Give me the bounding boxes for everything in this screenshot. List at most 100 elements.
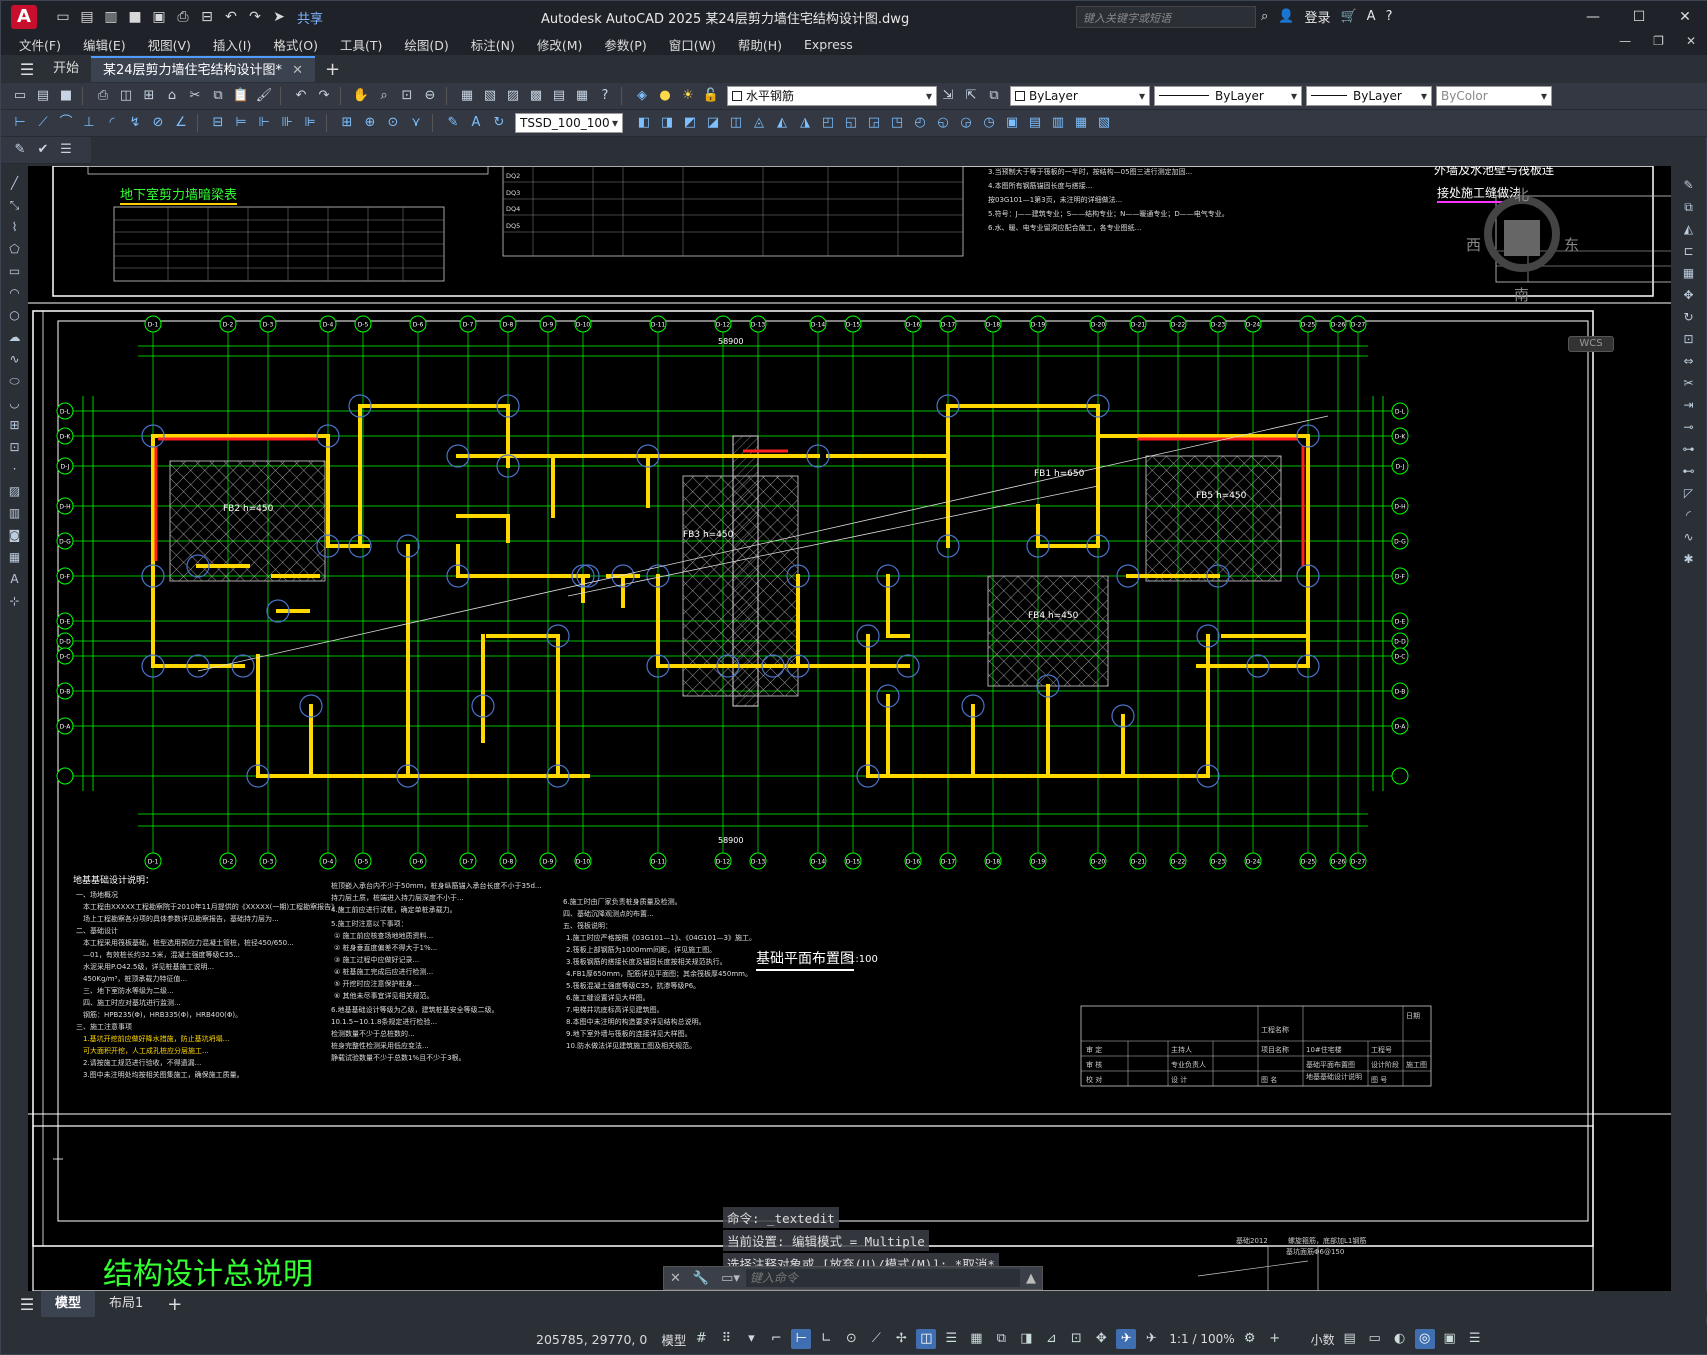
menu-draw[interactable]: 绘图(D) xyxy=(404,35,448,54)
insert-block-icon[interactable]: ⊞ xyxy=(5,416,25,434)
viewcube[interactable]: 北 南 西 东 xyxy=(1466,184,1579,304)
lineweight-dropdown[interactable]: ByLayer xyxy=(1306,86,1432,106)
cut-icon[interactable]: ✂ xyxy=(184,86,206,106)
isodraft-icon[interactable]: ⟋ xyxy=(866,1329,886,1349)
polar-icon[interactable]: ⊙ xyxy=(841,1329,861,1349)
tab-layout1[interactable]: 布局1 xyxy=(95,1291,157,1317)
snap-icon[interactable]: ⠿ xyxy=(716,1329,736,1349)
zoom-realtime-icon[interactable]: ⌕ xyxy=(373,86,395,106)
layer-previous-icon[interactable]: ⇱ xyxy=(960,86,982,106)
search-input[interactable]: 键入关键字或短语 xyxy=(1076,6,1256,28)
union-icon[interactable]: ◳ xyxy=(886,113,908,133)
jogged-linear-icon[interactable]: ⋎ xyxy=(405,113,427,133)
interfere-icon[interactable]: ▣ xyxy=(1001,113,1023,133)
baseline-dim-icon[interactable]: ⊨ xyxy=(230,113,252,133)
layout-menu-icon[interactable]: ☰ xyxy=(13,1295,41,1314)
pan-icon[interactable]: ✋ xyxy=(350,86,372,106)
save-as-icon[interactable]: ▣ xyxy=(149,7,169,27)
revcloud-icon[interactable]: ☁ xyxy=(5,328,25,346)
cad-drawing[interactable]: DQ2 DQ3 DQ4 DQ5 3.当预制大于等于筏板的一半时，按结构—05图三进行测… xyxy=(28,166,1673,1291)
minimize-icon[interactable]: — xyxy=(1570,1,1616,33)
blend-icon[interactable]: ∿ xyxy=(1678,528,1700,547)
menu-format[interactable]: 格式(O) xyxy=(273,35,318,54)
layer-freeze-icon[interactable]: ☀ xyxy=(677,86,699,106)
customization-icon[interactable]: ☰ xyxy=(1465,1329,1485,1349)
menu-parametric[interactable]: 参数(P) xyxy=(604,35,646,54)
array-icon[interactable]: ▦ xyxy=(1678,264,1700,283)
preview-icon[interactable]: ◫ xyxy=(115,86,137,106)
copy-icon[interactable]: ⧉ xyxy=(207,86,229,106)
slice-icon[interactable]: ◶ xyxy=(955,113,977,133)
help-icon[interactable]: ? xyxy=(1386,9,1393,24)
redo-icon[interactable]: ↷ xyxy=(245,7,265,27)
construction-line-icon[interactable]: ⤡ xyxy=(5,196,25,214)
wcs-menu[interactable]: WCS xyxy=(1568,336,1614,352)
linear-dim-icon[interactable]: ⊢ xyxy=(9,113,31,133)
annotation-visibility-icon[interactable]: ✈ xyxy=(1116,1329,1137,1349)
command-input[interactable] xyxy=(745,1269,1020,1287)
tab-model[interactable]: 模型 xyxy=(41,1291,96,1317)
make-current-icon[interactable]: ⇲ xyxy=(937,86,959,106)
revolve-icon[interactable]: ◰ xyxy=(817,113,839,133)
dynamic-ucs-icon[interactable]: ⊿ xyxy=(1041,1329,1061,1349)
cursor-coordinates[interactable]: 205785, 29770, 0 xyxy=(536,1332,647,1347)
command-customize-icon[interactable]: 🔧 xyxy=(693,1271,709,1286)
add-selected-icon[interactable]: ⊹ xyxy=(5,592,25,610)
menu-view[interactable]: 视图(V) xyxy=(148,35,191,54)
model-space-button[interactable]: 模型 xyxy=(661,1330,686,1349)
command-recent-icon[interactable]: ▭▾ xyxy=(721,1271,740,1286)
arc-length-icon[interactable]: ⌒ xyxy=(55,113,77,133)
match-properties-icon[interactable]: 🖌 xyxy=(253,86,275,106)
help-icon[interactable]: ? xyxy=(594,86,616,106)
mirror-icon[interactable]: ◭ xyxy=(1678,220,1700,239)
region-icon[interactable]: ◙ xyxy=(5,526,25,544)
selection-cycling-icon[interactable]: ⧉ xyxy=(991,1329,1011,1349)
new-icon[interactable]: ▭ xyxy=(9,86,31,106)
viewcube-face[interactable] xyxy=(1504,220,1540,256)
calculator-icon[interactable]: ▦ xyxy=(571,86,593,106)
menu-window[interactable]: 窗口(W) xyxy=(669,35,716,54)
quick-dim-icon[interactable]: ⊟ xyxy=(207,113,229,133)
paste-icon[interactable]: 📋 xyxy=(230,86,252,106)
shell-icon[interactable]: ▧ xyxy=(1093,113,1115,133)
compass-east[interactable]: 东 xyxy=(1564,234,1579,255)
menu-help[interactable]: 帮助(H) xyxy=(738,35,782,54)
trim-icon[interactable]: ✂ xyxy=(1678,374,1700,393)
autoscale-icon[interactable]: ✈ xyxy=(1141,1329,1161,1349)
3d-sphere-icon[interactable]: ◪ xyxy=(702,113,724,133)
save-icon[interactable]: ■ xyxy=(125,7,145,27)
undo-icon[interactable]: ↶ xyxy=(290,86,312,106)
sheet-set-icon[interactable]: ▩ xyxy=(525,86,547,106)
annotation-scale[interactable]: 1:1 / 100% xyxy=(1169,1332,1234,1346)
menu-file[interactable]: 文件(F) xyxy=(19,35,61,54)
zoom-previous-icon[interactable]: ⊖ xyxy=(419,86,441,106)
scale-icon[interactable]: ⊡ xyxy=(1678,330,1700,349)
lock-ui-icon[interactable]: ▭ xyxy=(1365,1329,1385,1349)
menu-hamburger-icon[interactable]: ☰ xyxy=(13,60,41,79)
dim-edit-icon[interactable]: ✎ xyxy=(442,113,464,133)
imprint-icon[interactable]: ▦ xyxy=(1070,113,1092,133)
rotate-icon[interactable]: ↻ xyxy=(1678,308,1700,327)
autodesk-apps-icon[interactable]: A xyxy=(1367,9,1376,24)
radius-dim-icon[interactable]: ◜ xyxy=(101,113,123,133)
extrude-icon[interactable]: ◮ xyxy=(794,113,816,133)
make-block-icon[interactable]: ⊡ xyxy=(5,438,25,456)
menu-insert[interactable]: 插入(I) xyxy=(213,35,251,54)
extract-edges-icon[interactable]: ▥ xyxy=(1047,113,1069,133)
section-icon[interactable]: ◷ xyxy=(978,113,1000,133)
fillet-icon[interactable]: ◜ xyxy=(1678,506,1700,525)
drawing-canvas[interactable]: DQ2 DQ3 DQ4 DQ5 3.当预制大于等于筏板的一半时，按结构—05图三进行测… xyxy=(28,166,1673,1291)
circle-icon[interactable]: ○ xyxy=(5,306,25,324)
undo-icon[interactable]: ↶ xyxy=(221,7,241,27)
join-icon[interactable]: ⊷ xyxy=(1678,462,1700,481)
dim-space-icon[interactable]: ⊪ xyxy=(276,113,298,133)
publish-icon[interactable]: ⎙ xyxy=(173,7,193,27)
dim-update-icon[interactable]: ↻ xyxy=(488,113,510,133)
ellipse-icon[interactable]: ⬭ xyxy=(5,372,25,390)
properties-icon[interactable]: ▦ xyxy=(456,86,478,106)
maximize-icon[interactable]: ☐ xyxy=(1616,1,1662,33)
tssd-edit-icon[interactable]: ✎ xyxy=(9,140,31,160)
grid-icon[interactable]: # xyxy=(691,1329,711,1349)
explode-icon[interactable]: ✱ xyxy=(1678,550,1700,569)
cart-icon[interactable]: 🛒 xyxy=(1340,9,1356,24)
